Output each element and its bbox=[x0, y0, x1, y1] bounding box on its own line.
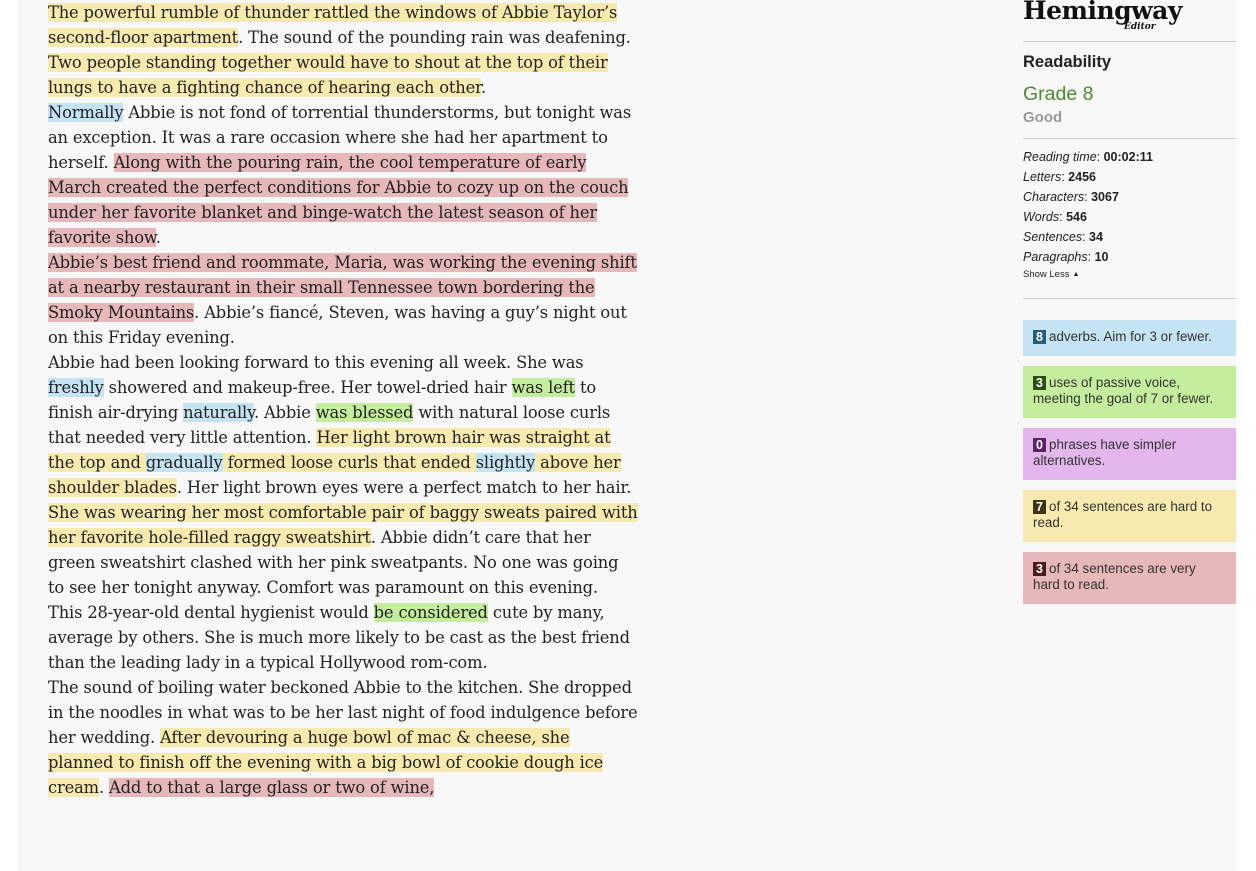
app-logo: Hemingway Editor bbox=[1023, 0, 1236, 42]
very-hard-sentence-highlight: Along with the pouring rain, the cool te… bbox=[48, 153, 629, 247]
very-hard-sentences-card: 3 of 34 sentences are very hard to read. bbox=[1023, 552, 1236, 604]
passive-voice-card: 3 uses of passive voice, meeting the goal… bbox=[1023, 366, 1236, 418]
stat-value: 10 bbox=[1094, 250, 1109, 264]
count-badge: 8 bbox=[1033, 330, 1046, 344]
text-segment: . Abbie bbox=[253, 403, 316, 422]
readability-heading: Readability bbox=[1023, 53, 1112, 71]
text-segment: showered and makeup-free. Her towel-drie… bbox=[103, 378, 512, 397]
show-less-label: Show Less bbox=[1023, 269, 1070, 280]
simpler-phrases-card: 0 phrases have simpler alternatives. bbox=[1023, 428, 1236, 480]
sidebar: Hemingway Editor Readability Grade 8 Goo… bbox=[1023, 0, 1236, 604]
text-segment: Abbie had been looking forward to this e… bbox=[48, 353, 584, 372]
hard-sentence-highlight: formed loose curls that ended bbox=[222, 453, 476, 472]
text-segment: . bbox=[155, 228, 161, 247]
text-segment: . Her light brown eyes were a perfect ma… bbox=[176, 478, 632, 497]
stats-section: Reading time: 00:02:11 Letters: 2456 Chara… bbox=[1023, 139, 1236, 299]
adverb-highlight: naturally bbox=[183, 403, 254, 422]
card-text: of 34 sentences are hard to read. bbox=[1033, 499, 1213, 530]
logo-name: Hemingway bbox=[1023, 0, 1182, 25]
stat-label: Reading time bbox=[1023, 150, 1097, 164]
stat-label: Words bbox=[1023, 210, 1060, 224]
logo-sub: Editor bbox=[1124, 22, 1156, 32]
card-text: uses of passive voice, meeting the goal … bbox=[1033, 375, 1214, 406]
card-text: adverbs. Aim for 3 or fewer. bbox=[1049, 329, 1212, 344]
count-badge: 3 bbox=[1033, 376, 1046, 390]
text-segment: . bbox=[480, 78, 487, 97]
caret-up-icon: ▲ bbox=[1072, 271, 1080, 278]
adverbs-card: 8 adverbs. Aim for 3 or fewer. bbox=[1023, 320, 1236, 356]
readability-section: Readability Grade 8 Good bbox=[1023, 42, 1236, 139]
stat-row: Paragraphs: 10 bbox=[1023, 250, 1109, 264]
paragraph: Abbie had been looking forward to this e… bbox=[48, 350, 638, 500]
hard-sentences-card: 7 of 34 sentences are hard to read. bbox=[1023, 490, 1236, 542]
text-segment: This 28-year-old dental hygienist would bbox=[48, 603, 374, 622]
stat-row: Reading time: 00:02:11 bbox=[1023, 150, 1153, 164]
paragraph: This 28-year-old dental hygienist would … bbox=[48, 600, 638, 675]
passive-voice-highlight: was left bbox=[511, 378, 575, 397]
passive-voice-highlight: be considered bbox=[373, 603, 488, 622]
stat-row: Characters: 3067 bbox=[1023, 190, 1119, 204]
card-text: of 34 sentences are very hard to read. bbox=[1033, 561, 1196, 592]
stat-value: 34 bbox=[1089, 230, 1103, 244]
adverb-highlight: slightly bbox=[475, 453, 536, 472]
adverb-highlight: Normally bbox=[48, 103, 124, 122]
stat-label: Characters bbox=[1023, 190, 1085, 204]
show-less-button[interactable]: Show Less ▲ bbox=[1023, 269, 1236, 280]
passive-voice-highlight: was blessed bbox=[315, 403, 414, 422]
stat-value: 00:02:11 bbox=[1103, 150, 1153, 164]
paragraph: Abbie’s best friend and roommate, Maria,… bbox=[48, 250, 638, 350]
card-text: phrases have simpler alternatives. bbox=[1033, 437, 1177, 468]
grade-level: Grade 8 bbox=[1023, 83, 1094, 105]
editor-text[interactable]: The powerful rumble of thunder rattled t… bbox=[48, 0, 638, 800]
stat-row: Words: 546 bbox=[1023, 210, 1087, 224]
count-badge: 0 bbox=[1033, 438, 1046, 452]
stat-row: Sentences: 34 bbox=[1023, 230, 1103, 244]
stat-label: Sentences bbox=[1023, 230, 1083, 244]
adverb-highlight: gradually bbox=[145, 453, 223, 472]
stat-value: 2456 bbox=[1068, 170, 1096, 184]
stat-value: 546 bbox=[1066, 210, 1087, 224]
grade-rating: Good bbox=[1023, 109, 1063, 126]
stat-value: 3067 bbox=[1091, 190, 1119, 204]
text-segment: . The sound of the pounding rain was dea… bbox=[238, 28, 631, 47]
paragraph: The sound of boiling water beckoned Abbi… bbox=[48, 675, 638, 800]
stat-row: Letters: 2456 bbox=[1023, 170, 1096, 184]
text-segment: . bbox=[98, 778, 109, 797]
stat-label: Letters bbox=[1023, 170, 1062, 184]
stat-label: Paragraphs bbox=[1023, 250, 1088, 264]
paragraph: The powerful rumble of thunder rattled t… bbox=[48, 0, 638, 100]
very-hard-sentence-highlight: Add to that a large glass or two of wine… bbox=[109, 778, 435, 797]
adverb-highlight: freshly bbox=[48, 378, 104, 397]
hard-sentence-highlight: Two people standing together would have … bbox=[48, 53, 608, 97]
count-badge: 7 bbox=[1033, 500, 1046, 514]
count-badge: 3 bbox=[1033, 562, 1046, 576]
paragraph: Normally Abbie is not fond of torrential… bbox=[48, 100, 638, 250]
paragraph: She was wearing her most comfortable pai… bbox=[48, 500, 638, 600]
